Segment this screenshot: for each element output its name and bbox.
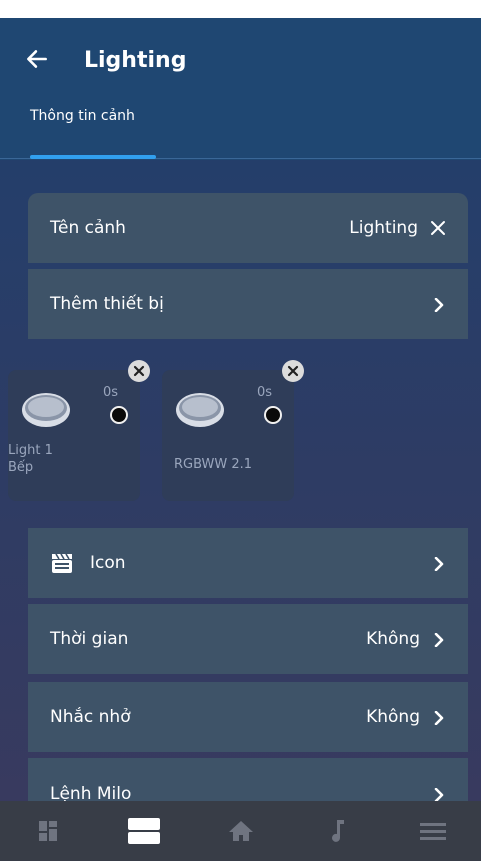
chevron-right-icon	[432, 297, 446, 313]
clear-icon[interactable]	[430, 220, 446, 236]
nav-dashboard[interactable]	[0, 801, 96, 861]
ceiling-light-icon	[20, 390, 72, 434]
reminder-label: Nhắc nhở	[50, 707, 131, 727]
remove-device-button[interactable]	[282, 360, 304, 382]
chevron-right-icon	[432, 556, 446, 572]
app-bar: Lighting Thông tin cảnh	[0, 18, 481, 160]
add-device-row[interactable]: Thêm thiết bị	[28, 269, 468, 339]
device-delay[interactable]: 0s	[103, 385, 118, 400]
device-card[interactable]: 0s Light 1 Bếp	[8, 360, 150, 501]
icon-row-label-wrap: Icon	[50, 552, 432, 574]
dashboard-icon	[39, 821, 58, 841]
add-device-label: Thêm thiết bị	[50, 294, 164, 314]
page-title: Lighting	[84, 48, 187, 73]
scene-name-label: Tên cảnh	[50, 218, 126, 238]
scene-name-row[interactable]: Tên cảnh Lighting	[28, 193, 468, 263]
device-name: Light 1	[8, 443, 53, 458]
device-name-block: RGBWW 2.1	[174, 456, 252, 473]
ceiling-light-icon	[174, 390, 226, 434]
device-name-block: Light 1 Bếp	[8, 442, 53, 476]
nav-menu[interactable]	[385, 801, 481, 861]
device-card[interactable]: 0s RGBWW 2.1	[162, 360, 304, 501]
chevron-right-icon	[432, 632, 446, 648]
device-name: RGBWW 2.1	[174, 457, 253, 472]
tab-indicator	[30, 155, 156, 159]
nav-home[interactable]	[192, 801, 288, 861]
reminder-value: Không	[366, 707, 420, 727]
tab-scene-info[interactable]: Thông tin cảnh	[30, 108, 135, 124]
music-note-icon	[331, 820, 344, 842]
device-delay[interactable]: 0s	[257, 385, 272, 400]
reminder-row[interactable]: Nhắc nhở Không	[28, 682, 468, 752]
status-strip	[0, 0, 481, 18]
chevron-right-icon	[432, 710, 446, 726]
chevron-right-icon	[432, 787, 446, 803]
menu-icon	[419, 823, 446, 840]
home-icon	[228, 821, 253, 841]
clapperboard-icon	[52, 553, 72, 573]
close-icon	[287, 365, 299, 377]
scenes-icon	[128, 818, 161, 844]
icon-row[interactable]: Icon	[28, 528, 468, 598]
device-color-dot[interactable]	[264, 406, 282, 424]
scene-name-value[interactable]: Lighting	[349, 218, 418, 238]
time-label: Thời gian	[50, 629, 129, 649]
arrow-left-icon	[27, 50, 47, 68]
time-row[interactable]: Thời gian Không	[28, 604, 468, 674]
nav-music[interactable]	[289, 801, 385, 861]
icon-row-label: Icon	[90, 553, 126, 573]
remove-device-button[interactable]	[128, 360, 150, 382]
device-color-dot[interactable]	[110, 406, 128, 424]
back-button[interactable]	[24, 46, 54, 76]
close-icon	[133, 365, 145, 377]
nav-scenes[interactable]	[96, 801, 192, 861]
bottom-nav	[0, 801, 481, 861]
device-room: Bếp	[8, 460, 34, 475]
time-value: Không	[366, 629, 420, 649]
